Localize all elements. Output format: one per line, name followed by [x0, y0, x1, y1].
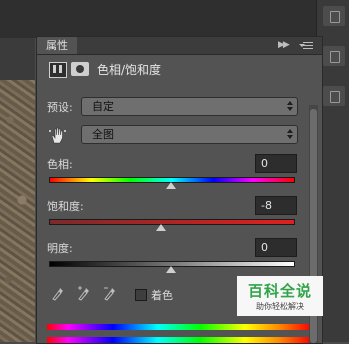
canvas-image[interactable] — [0, 80, 35, 342]
colorize-label: 着色 — [151, 289, 173, 302]
saturation-value-field[interactable]: -8 — [255, 196, 297, 215]
lightness-label: 明度: — [47, 242, 73, 255]
preset-value: 自定 — [92, 100, 114, 113]
app-top-bar — [0, 0, 320, 38]
select-arrows-icon — [287, 100, 293, 112]
hue-value-field[interactable]: 0 — [255, 154, 297, 173]
eyedropper-icon[interactable] — [51, 285, 65, 301]
hue-slider-thumb[interactable] — [166, 182, 176, 189]
adjustment-layer-icon[interactable] — [49, 62, 67, 78]
select-arrows-icon — [287, 128, 293, 140]
eyedropper-minus-icon[interactable] — [103, 285, 117, 301]
panel-tab-bar: 属性 ▶▶ — [37, 37, 322, 55]
preset-label: 预设: — [47, 101, 73, 114]
preset-select[interactable]: 自定 — [81, 97, 298, 116]
colorize-checkbox[interactable] — [135, 289, 147, 301]
saturation-slider-track[interactable] — [49, 219, 295, 225]
watermark-title: 百科全说 — [247, 282, 312, 300]
watermark-subtitle: 助你轻松解决 — [256, 302, 304, 311]
saturation-slider-thumb[interactable] — [156, 224, 167, 231]
saturation-value: -8 — [261, 199, 272, 212]
lightness-value: 0 — [261, 241, 268, 254]
dock-button[interactable] — [323, 86, 345, 106]
targeted-adjustment-hand-icon[interactable] — [48, 125, 68, 145]
saturation-label: 饱和度: — [47, 200, 84, 213]
channel-value: 全图 — [92, 128, 114, 141]
tab-properties[interactable]: 属性 — [37, 37, 77, 54]
eyedropper-plus-icon[interactable] — [77, 285, 91, 301]
watermark: 百科全说 助你轻松解决 — [237, 276, 323, 316]
panel-collapse-icon[interactable]: ▶▶ — [278, 37, 290, 54]
hue-spectrum-bottom — [47, 337, 311, 343]
channel-select[interactable]: 全图 — [81, 125, 298, 144]
panel-title: 色相/饱和度 — [97, 63, 162, 77]
hue-label: 色相: — [47, 158, 73, 171]
dock-button[interactable] — [323, 6, 345, 26]
lightness-slider-thumb[interactable] — [166, 266, 176, 273]
lightness-value-field[interactable]: 0 — [255, 238, 297, 257]
dock-button[interactable] — [323, 46, 345, 66]
hue-spectrum-top — [47, 324, 311, 330]
panel-menu-icon[interactable] — [299, 41, 313, 51]
hue-value: 0 — [261, 157, 268, 170]
layer-mask-icon[interactable] — [71, 62, 89, 76]
